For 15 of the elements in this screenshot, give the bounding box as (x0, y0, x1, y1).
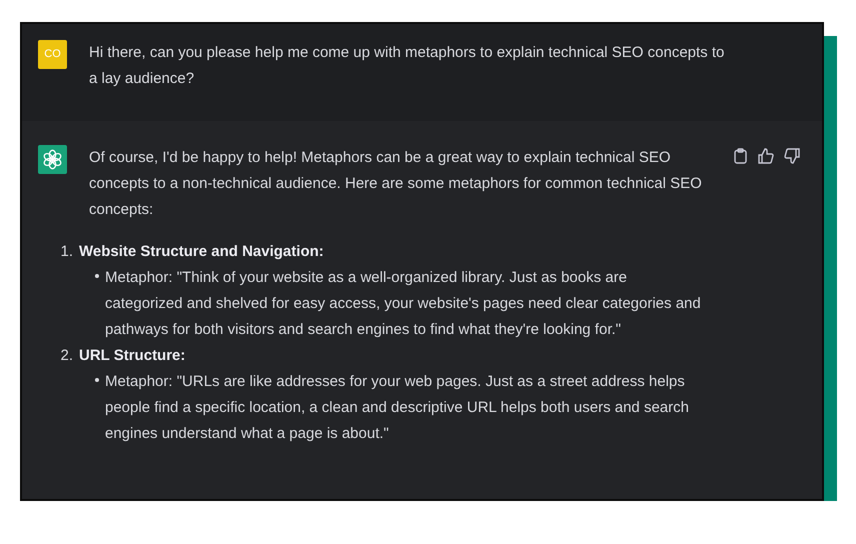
user-avatar: CO (38, 40, 67, 69)
clipboard-icon[interactable] (733, 148, 748, 164)
bullet-icon (95, 274, 99, 278)
list-number: 2. (59, 346, 73, 366)
list-number: 1. (59, 242, 73, 262)
thumbs-down-icon[interactable] (784, 148, 800, 164)
list-text: Metaphor: "URLs are like addresses for your web pages. Just as a street address helps people find a specific location, a clean and descriptive URL helps both users and search engines understand what a page is about." (105, 372, 690, 444)
assistant-message: Of course, I'd be happy to help! Metaphors can be a great way to explain technical SEO concepts to a non-technical audience. Here are some metaphors for common technical SEO concepts: (89, 148, 703, 220)
bullet-icon (95, 378, 99, 382)
user-message: Hi there, can you please help me come up with metaphors to explain technical SEO concepts to a lay audience? (89, 43, 726, 89)
list-text: Metaphor: "Think of your website as a well-organized library. Just as books are categorized and shelved for easy access, your website's pages need clear categories and pathways for both visitors and search engines to find what they're looking for." (105, 268, 702, 340)
list-heading: Website Structure and Navigation: (79, 242, 324, 262)
thumbs-up-icon[interactable] (758, 148, 774, 164)
assistant-logo-icon (38, 145, 67, 174)
list-heading: URL Structure: (79, 346, 186, 366)
